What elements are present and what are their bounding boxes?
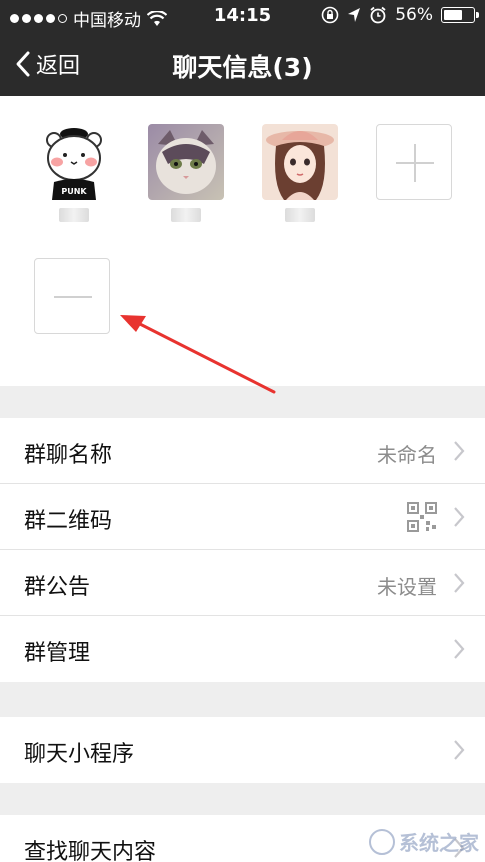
member-avatar[interactable] xyxy=(148,124,224,200)
page-title: 聊天信息(3) xyxy=(172,53,313,82)
chevron-right-icon xyxy=(454,740,465,760)
setting-value: 未命名 xyxy=(377,443,437,467)
watermark-logo: 系统之家 xyxy=(369,827,479,856)
status-bar: 中国移动 14:15 56% xyxy=(0,0,485,32)
panda-avatar-icon: PUNK xyxy=(36,124,112,200)
punk-shirt-text: PUNK xyxy=(61,187,87,196)
chevron-right-icon xyxy=(454,573,465,593)
watermark-icon xyxy=(369,828,395,855)
member-item[interactable] xyxy=(262,124,338,222)
minus-icon xyxy=(54,296,92,298)
setting-group-name[interactable]: 群聊名称 未命名 xyxy=(0,418,485,484)
settings-group-mini-program: 聊天小程序 xyxy=(0,717,485,783)
setting-label: 群聊名称 xyxy=(24,443,113,468)
member-avatar[interactable]: PUNK xyxy=(36,124,112,200)
cat-avatar-icon xyxy=(148,124,224,200)
battery-icon xyxy=(441,7,479,23)
chevron-right-icon xyxy=(454,639,465,659)
setting-qr-code[interactable]: 群二维码 xyxy=(0,484,485,550)
qr-code-icon xyxy=(407,502,437,532)
setting-label: 群公告 xyxy=(24,575,91,600)
nav-bar: 返回 聊天信息(3) xyxy=(0,32,485,96)
rotation-lock-icon xyxy=(321,6,339,24)
watermark-text: 系统之家 xyxy=(399,831,479,855)
add-member-button[interactable] xyxy=(376,124,452,200)
chevron-right-icon xyxy=(454,441,465,461)
battery-percent: 56% xyxy=(395,5,433,25)
member-item[interactable] xyxy=(148,124,224,222)
member-avatar[interactable] xyxy=(262,124,338,200)
status-right: 56% xyxy=(321,5,479,25)
member-name xyxy=(59,208,89,222)
plus-icon-vertical xyxy=(414,144,416,182)
member-item[interactable]: PUNK xyxy=(36,124,112,222)
member-name xyxy=(171,208,201,222)
setting-notice[interactable]: 群公告 未设置 xyxy=(0,550,485,616)
setting-mini-program[interactable]: 聊天小程序 xyxy=(0,717,485,783)
setting-value: 未设置 xyxy=(377,575,437,599)
girl-avatar-icon xyxy=(262,124,338,200)
setting-label: 查找聊天内容 xyxy=(24,840,157,862)
remove-member-button[interactable] xyxy=(34,258,110,334)
setting-label: 群二维码 xyxy=(24,509,113,534)
setting-label: 聊天小程序 xyxy=(24,742,135,767)
setting-manage[interactable]: 群管理 xyxy=(0,616,485,682)
alarm-icon xyxy=(370,6,386,24)
settings-group-main: 群聊名称 未命名 群二维码 群公告 未设置 群管理 xyxy=(0,418,485,682)
chevron-right-icon xyxy=(454,507,465,527)
member-name xyxy=(285,208,315,222)
location-icon xyxy=(348,8,361,22)
member-grid: PUNK xyxy=(0,96,485,386)
setting-label: 群管理 xyxy=(24,641,91,666)
